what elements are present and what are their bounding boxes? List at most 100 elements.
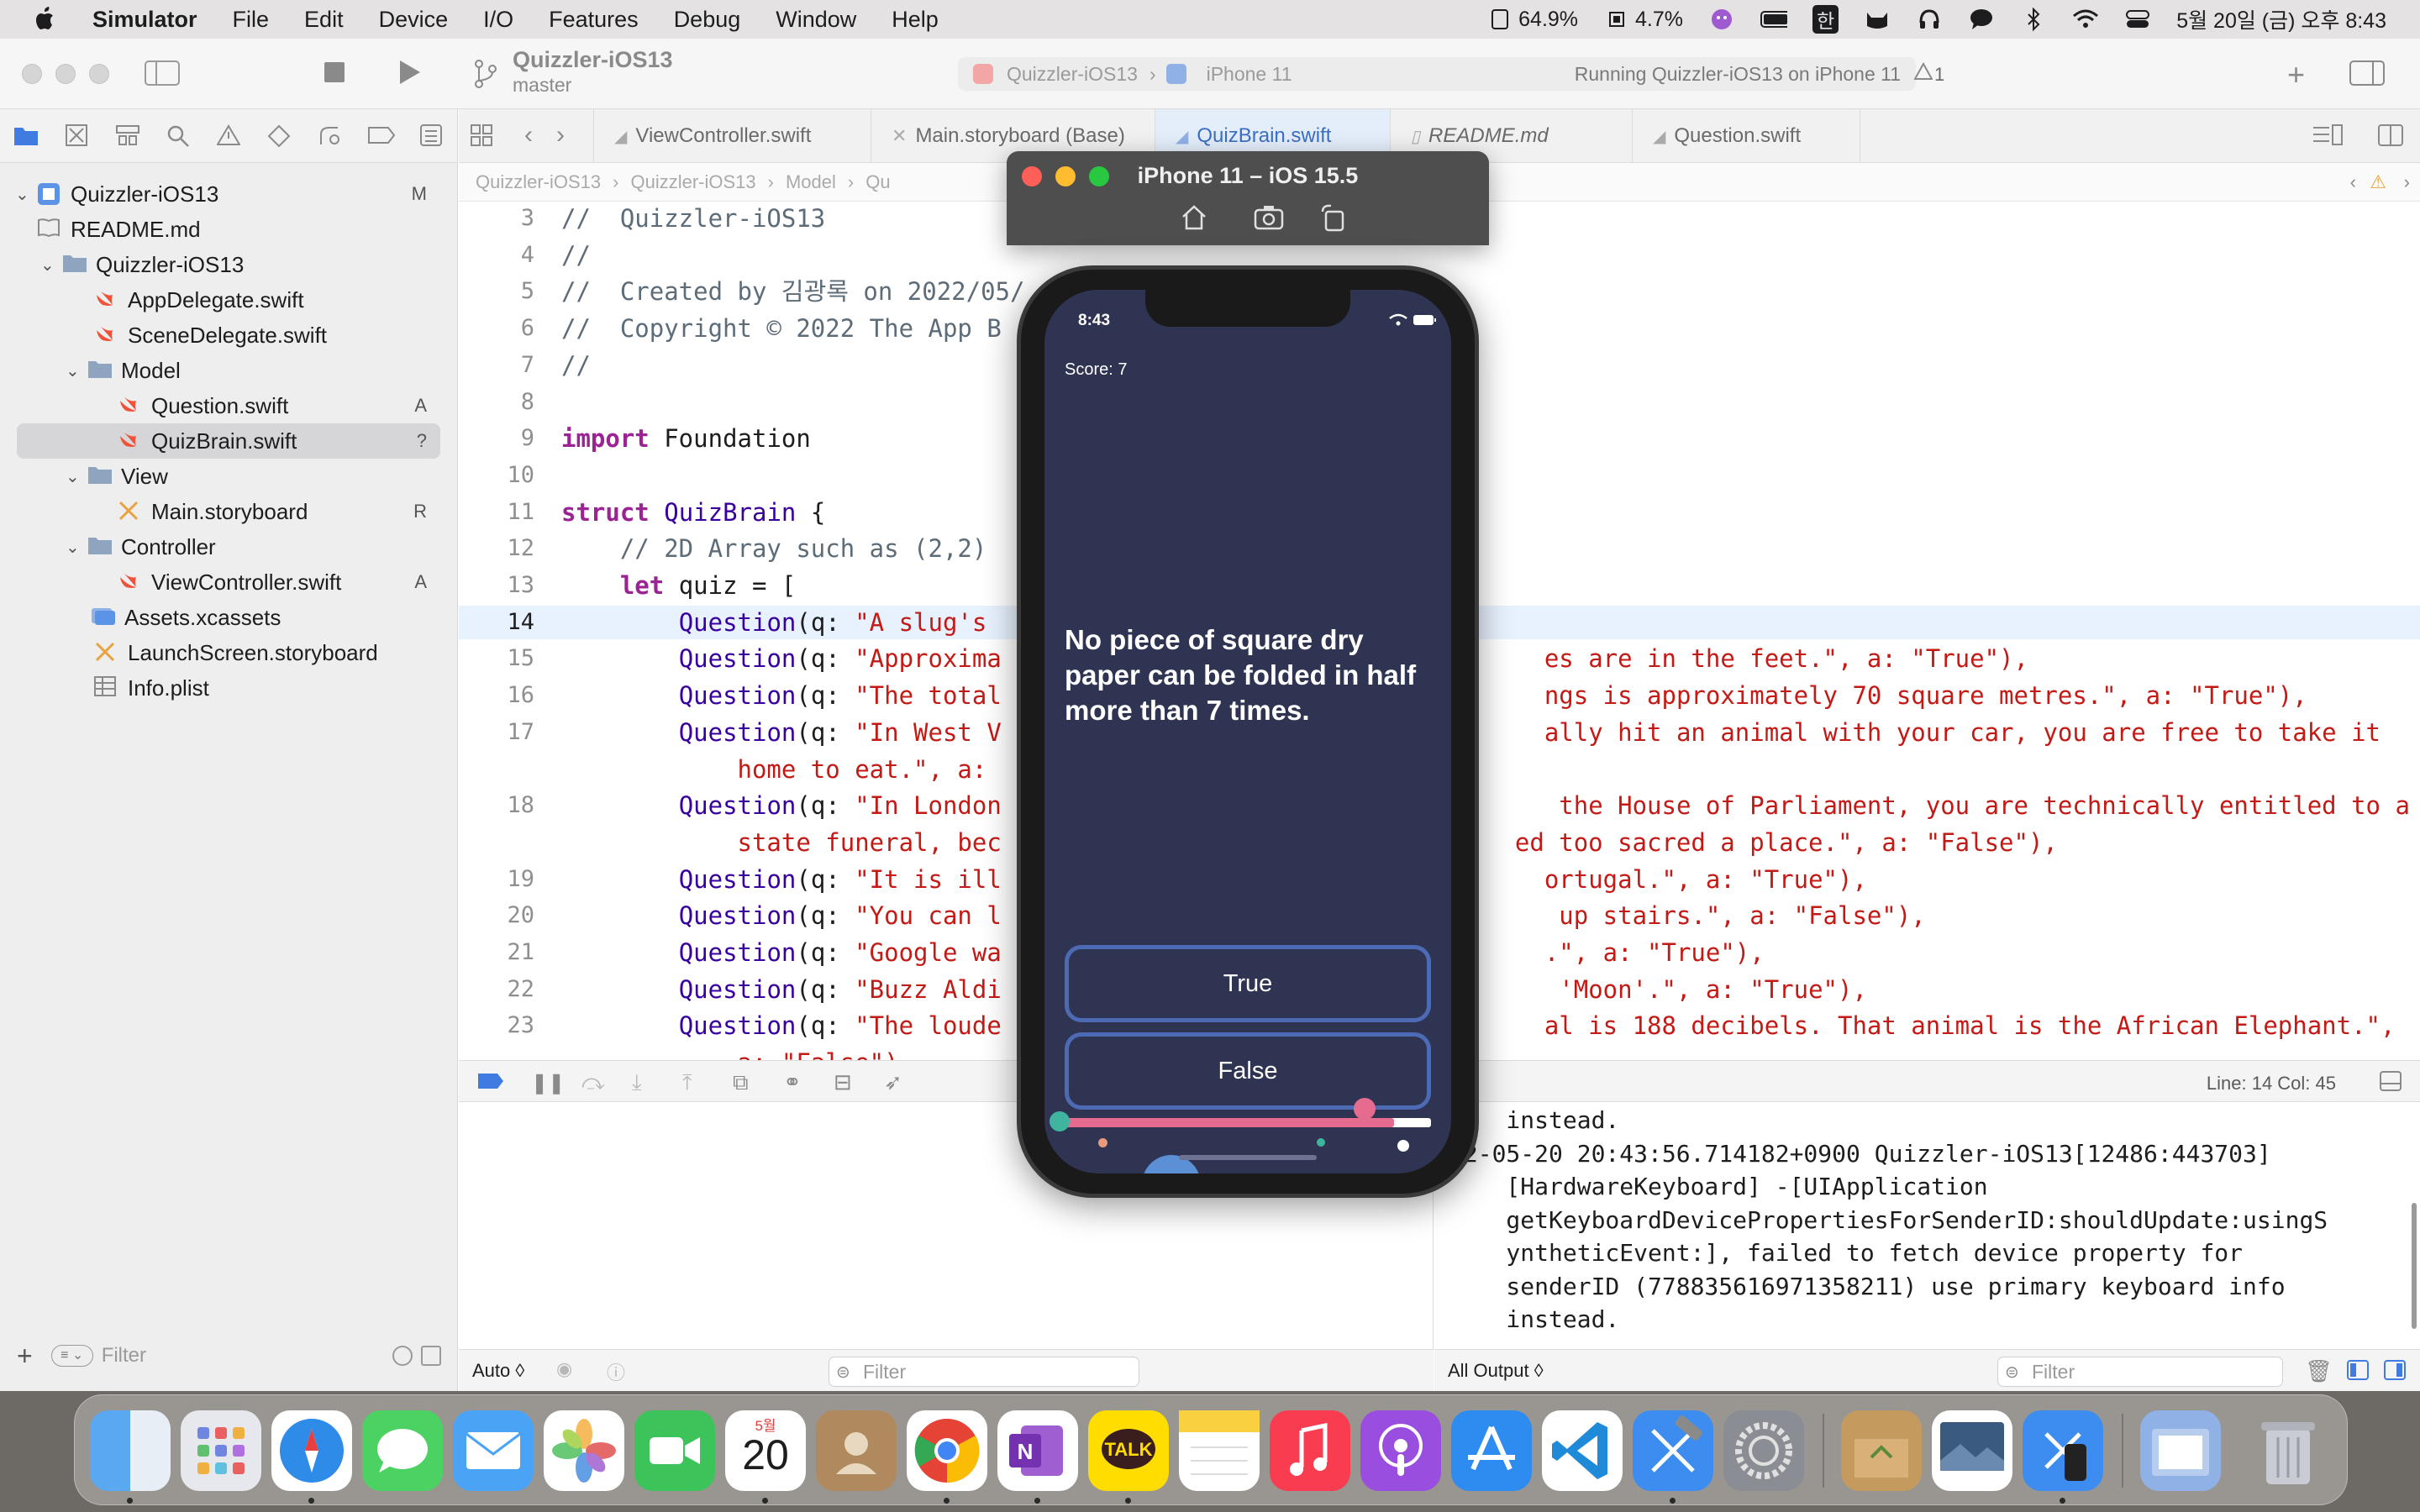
input-method-badge[interactable]: 한 (1812, 5, 1839, 34)
jump-model[interactable]: Model (786, 171, 836, 193)
back-chevron-icon[interactable]: ‹ (524, 121, 533, 150)
trash-can-icon[interactable] (2248, 1410, 2328, 1491)
cpu-readout[interactable]: 64.9% (1486, 8, 1578, 32)
screenshot-icon[interactable] (1254, 203, 1284, 232)
menu-help[interactable]: Help (892, 7, 939, 33)
tree-row-project[interactable]: ⌄ Quizzler-iOS13 M (15, 176, 427, 212)
vscode-icon[interactable] (1542, 1410, 1623, 1491)
console-scrollbar[interactable] (2412, 1203, 2417, 1329)
project-navigator-icon[interactable] (13, 124, 39, 150)
true-button[interactable]: True (1065, 945, 1431, 1022)
system-preferences-icon[interactable] (1723, 1410, 1804, 1491)
variables-filter-input[interactable]: ⊜ Filter (829, 1357, 1139, 1387)
tree-row-quizbrain-selected[interactable]: QuizBrain.swift ? (17, 423, 440, 459)
clock[interactable]: 5월 20일 (금) 오후 8:43 (2176, 4, 2386, 34)
step-out-icon[interactable]: ⤒ (682, 1069, 692, 1096)
breakpoints-toggle-icon[interactable] (477, 1073, 504, 1094)
memory-graph-icon[interactable]: ⚭ (783, 1069, 802, 1095)
messages-icon[interactable] (362, 1410, 443, 1491)
disclosure-open-icon[interactable]: ⌄ (15, 184, 37, 205)
navigator-filter-input[interactable]: Filter (102, 1344, 392, 1368)
launchpad-icon[interactable] (181, 1410, 261, 1491)
view-hierarchy-icon[interactable]: ⧉ (733, 1069, 749, 1096)
pause-icon[interactable]: ❚❚ (531, 1071, 565, 1095)
nav-arrows-icon[interactable]: ‹ (2350, 171, 2356, 193)
split-editor-icon[interactable] (2378, 124, 2403, 150)
photos-icon[interactable] (544, 1410, 624, 1491)
rotate-icon[interactable] (1319, 203, 1348, 232)
tree-row-controller-folder[interactable]: ⌄ Controller (66, 529, 427, 564)
trash-icon[interactable]: 🗑 (2305, 1358, 2333, 1384)
tree-row-question[interactable]: Question.swift A (118, 388, 427, 423)
tree-row-readme[interactable]: README.md (37, 212, 427, 247)
tree-row-infoplist[interactable]: Info.plist (94, 670, 427, 706)
disclosure-open-icon[interactable]: ⌄ (66, 466, 87, 487)
disclosure-open-icon[interactable]: ⌄ (66, 537, 87, 558)
nav-arrows-icon[interactable]: › (2404, 171, 2410, 193)
find-navigator-icon[interactable] (166, 124, 190, 152)
simulate-location-icon[interactable]: ➶ (884, 1069, 902, 1095)
jump-file[interactable]: Qu (865, 171, 890, 193)
editor-options-icon[interactable] (2312, 124, 2343, 150)
contacts-icon[interactable] (816, 1410, 897, 1491)
home-icon[interactable] (1180, 203, 1208, 232)
symbol-navigator-icon[interactable] (116, 124, 139, 150)
wifi-icon[interactable] (2072, 8, 2099, 31)
sidebar-toggle-icon[interactable] (145, 60, 180, 90)
tree-row-model-folder[interactable]: ⌄ Model (66, 353, 427, 388)
test-navigator-icon[interactable] (267, 124, 291, 152)
step-in-icon[interactable]: ⤓ (632, 1069, 642, 1096)
control-center-icon[interactable] (2124, 8, 2151, 31)
environment-overrides-icon[interactable]: ⊟ (834, 1069, 852, 1095)
menu-window[interactable]: Window (776, 7, 856, 33)
info-icon[interactable]: ⓘ (607, 1358, 625, 1385)
cat-icon[interactable] (1864, 8, 1891, 31)
menu-edit[interactable]: Edit (304, 7, 344, 33)
podcasts-icon[interactable] (1360, 1410, 1441, 1491)
bluetooth-off-icon[interactable] (2020, 8, 2047, 31)
simulator-icon[interactable] (2023, 1410, 2103, 1491)
run-button[interactable] (398, 59, 422, 90)
add-icon[interactable]: + (2287, 57, 2305, 92)
headphones-icon[interactable] (1916, 8, 1943, 31)
app-store-icon[interactable] (1451, 1410, 1532, 1491)
step-over-icon[interactable]: ⤼ (581, 1069, 605, 1096)
menu-device[interactable]: Device (379, 7, 449, 33)
jump-project[interactable]: Quizzler-iOS13 (476, 171, 601, 193)
kakaotalk-icon[interactable]: TALK (1088, 1410, 1169, 1491)
menu-debug[interactable]: Debug (674, 7, 741, 33)
menu-features[interactable]: Features (549, 7, 639, 33)
minimize-window-button[interactable] (55, 64, 76, 84)
apple-menu-icon[interactable] (34, 5, 59, 34)
source-control-navigator-icon[interactable] (66, 124, 87, 150)
tree-row-main-storyboard[interactable]: Main.storyboard R (118, 494, 427, 529)
branch-name[interactable]: master (513, 74, 571, 97)
memory-readout[interactable]: 4.7% (1603, 8, 1683, 32)
console-output[interactable]: instead. 22-05-20 20:43:56.714182+0900 Qu… (1434, 1102, 2420, 1391)
report-navigator-icon[interactable] (420, 124, 442, 150)
tree-row-assets[interactable]: Assets.xcassets (91, 600, 427, 635)
show-console-icon[interactable] (2384, 1360, 2406, 1385)
safari-icon[interactable] (271, 1410, 352, 1491)
variables-scope-select[interactable]: Auto ◊ (472, 1360, 524, 1382)
calendar-icon[interactable]: 5월 20 (725, 1410, 806, 1491)
battery-icon[interactable] (1760, 8, 1788, 31)
warning-icon[interactable] (1913, 61, 1933, 85)
scm-filter-icon[interactable] (421, 1346, 441, 1366)
downloads-folder-icon[interactable] (2140, 1410, 2221, 1491)
finder-icon[interactable] (90, 1410, 171, 1491)
tree-row-view-folder[interactable]: ⌄ View (66, 459, 427, 494)
preview-icon[interactable] (1932, 1410, 2012, 1491)
menu-io[interactable]: I/O (483, 7, 513, 33)
issue-warning-icon[interactable]: ⚠ (2370, 171, 2386, 193)
issue-navigator-icon[interactable] (216, 124, 241, 150)
scheme-selector[interactable]: Quizzler-iOS13 (1007, 63, 1138, 86)
hide-debug-area-icon[interactable] (2380, 1071, 2402, 1095)
tree-row-launchscreen[interactable]: LaunchScreen.storyboard (94, 635, 427, 670)
eye-icon[interactable]: ◉ (556, 1358, 572, 1380)
xcode-icon[interactable] (1633, 1410, 1713, 1491)
forward-chevron-icon[interactable]: › (556, 121, 565, 150)
chrome-icon[interactable] (907, 1410, 987, 1491)
warning-count[interactable]: 1 (1934, 64, 1944, 86)
jump-group[interactable]: Quizzler-iOS13 (630, 171, 755, 193)
